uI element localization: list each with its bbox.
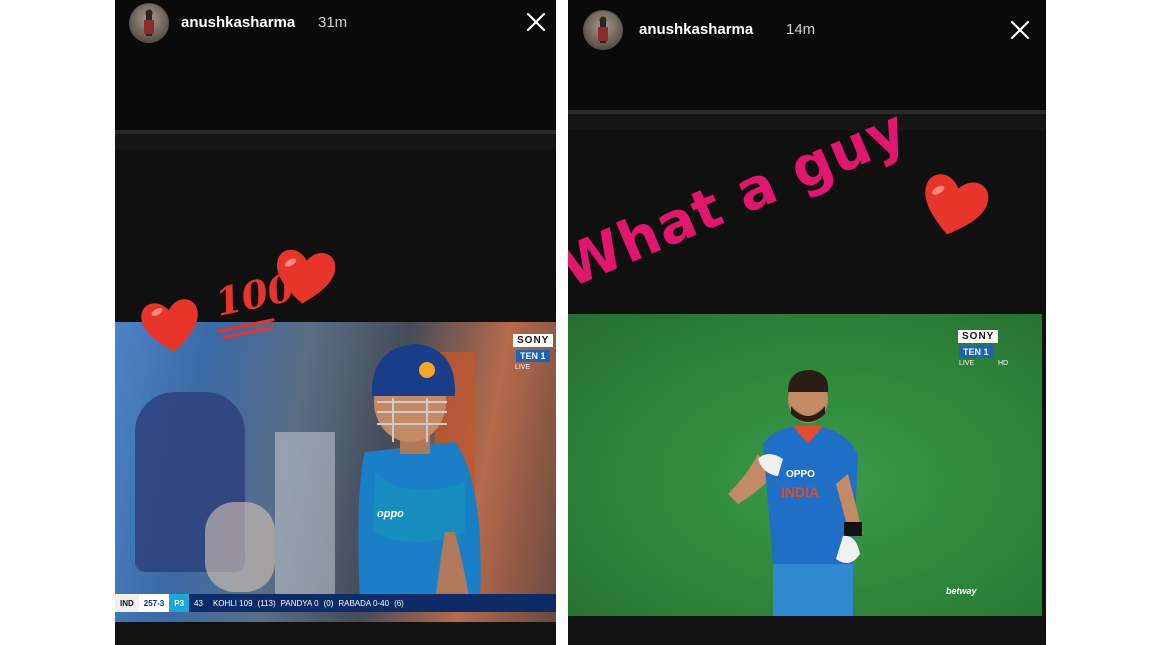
jersey-sponsor: oppo (377, 508, 404, 520)
live-tag: LIVE (959, 360, 975, 367)
story-header: anushkasharma 31m (115, 0, 556, 46)
channel-name: TEN 1 (516, 350, 550, 362)
avatar[interactable] (129, 3, 169, 43)
heart-icon (141, 299, 198, 352)
story-panel-right: anushkasharma 14m OPPO INDIA SONY TEN 1 … (568, 0, 1046, 645)
close-icon[interactable] (1009, 19, 1031, 41)
close-icon[interactable] (525, 11, 547, 33)
batsman-2: PANDYA 0 (280, 598, 319, 608)
story-username[interactable]: anushkasharma (181, 14, 295, 31)
bowler: RABADA 0-40 (338, 598, 390, 608)
bowler-overs: (6) (394, 598, 404, 608)
ceiling-edge (115, 130, 556, 134)
story-time: 14m (786, 21, 816, 38)
batsman-2-balls: (0) (323, 598, 334, 608)
score-team: IND (115, 594, 139, 612)
channel-logo: SONY (513, 334, 554, 347)
jersey-sponsor: OPPO (786, 469, 815, 480)
score-runs: 257-3 (138, 594, 170, 612)
hd-tag: HD (998, 360, 1009, 367)
channel-logo: SONY (958, 330, 999, 343)
score-powerplay: P3 (169, 594, 190, 612)
score-overs: 43 (194, 598, 203, 608)
ceiling-edge (568, 110, 1046, 114)
tv-screen: OPPO INDIA SONY TEN 1 LIVE HD betway (568, 314, 1042, 616)
jersey-text: INDIA (781, 484, 820, 500)
story-header: anushkasharma 14m (568, 0, 1046, 60)
broadcaster-mark: betway (946, 586, 977, 596)
batsman-1-balls: (113) (257, 598, 276, 608)
avatar-figure-icon (598, 16, 608, 43)
crowd-figure (205, 502, 275, 592)
heart-icon (277, 249, 336, 304)
scorebar: IND 257-3 P3 43 KOHLI 109 (113) PANDYA 0… (115, 594, 556, 612)
story-panel-left: anushkasharma 31m oppo SONY TEN 1 LIVE I… (115, 0, 556, 645)
tv-screen: oppo SONY TEN 1 LIVE IND 257-3 P3 43 KOH… (115, 322, 556, 622)
channel-name: TEN 1 (959, 346, 993, 358)
avatar[interactable] (583, 10, 623, 50)
live-tag: LIVE (515, 364, 531, 371)
story-time: 31m (318, 14, 348, 31)
story-username[interactable]: anushkasharma (639, 21, 753, 38)
avatar-figure-icon (144, 9, 154, 36)
batsman-1: KOHLI 109 (212, 598, 253, 608)
batsman-figure (358, 344, 481, 602)
heart-icon (925, 174, 989, 235)
